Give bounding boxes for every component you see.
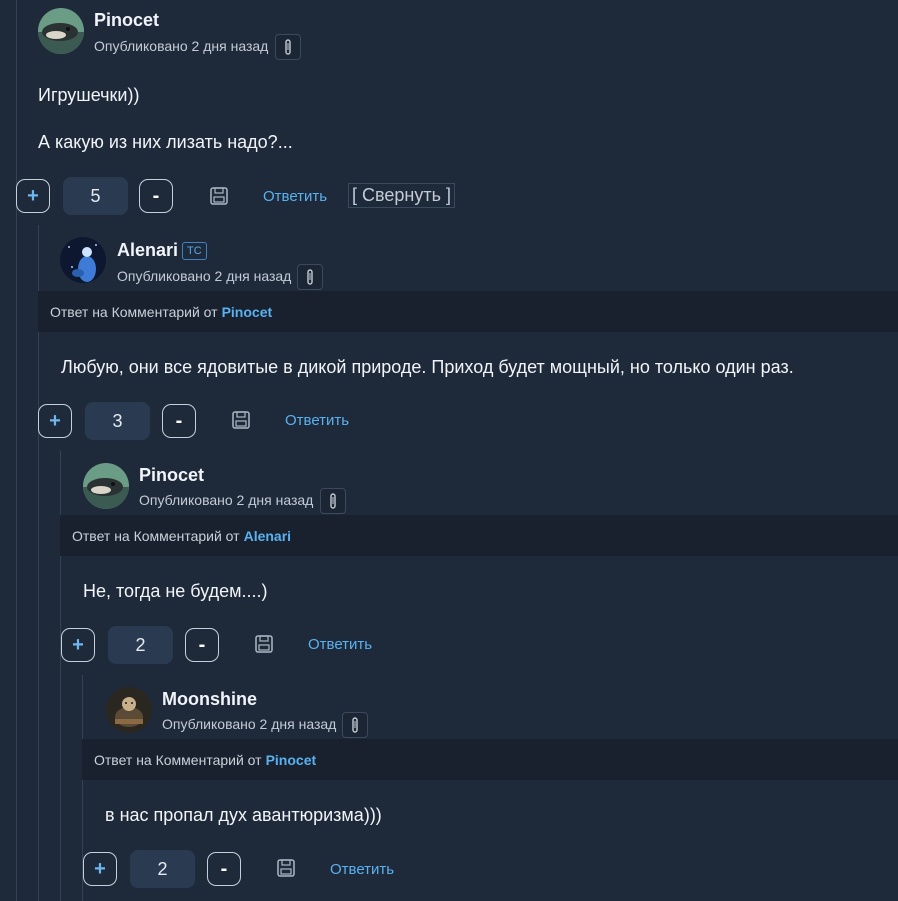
reply-button[interactable]: Ответить: [263, 188, 327, 205]
reply-to-bar: Ответ на Комментарий от Alenari: [60, 515, 898, 556]
reply-to-author[interactable]: Pinocet: [266, 752, 317, 768]
publish-date: Опубликовано 2 дня назад: [162, 716, 337, 732]
reply-to-label: Ответ на Комментарий от: [50, 303, 218, 320]
topic-starter-badge: ТС: [182, 242, 207, 260]
author-name[interactable]: Alenari: [117, 240, 178, 261]
avatar[interactable]: [83, 463, 129, 509]
reply-to-label: Ответ на Комментарий от: [72, 527, 240, 544]
upvote-button[interactable]: +: [83, 852, 117, 886]
reply-to-author[interactable]: Pinocet: [222, 304, 273, 320]
save-icon[interactable]: [209, 186, 229, 206]
author-name[interactable]: Pinocet: [139, 465, 204, 486]
comment-text: в нас пропал дух авантюризма))): [105, 805, 382, 825]
pin-button[interactable]: [297, 264, 323, 290]
reply-button[interactable]: Ответить: [308, 636, 372, 653]
pin-icon: [330, 493, 336, 509]
comments-thread: Pinocet Опубликовано 2 дня назад Игрушеч…: [0, 0, 898, 901]
upvote-button[interactable]: +: [38, 404, 72, 438]
comment-text: Любую, они все ядовитые в дикой природе.…: [61, 357, 794, 377]
downvote-button[interactable]: -: [139, 179, 173, 213]
publish-date: Опубликовано 2 дня назад: [117, 268, 292, 284]
publish-date: Опубликовано 2 дня назад: [94, 38, 269, 54]
author-name[interactable]: Pinocet: [94, 10, 159, 31]
pin-icon: [285, 39, 291, 55]
reply-to-label: Ответ на Комментарий от: [94, 751, 262, 768]
upvote-button[interactable]: +: [61, 628, 95, 662]
comment-text: Игрушечки)): [38, 85, 140, 105]
score: 2: [108, 626, 173, 664]
upvote-button[interactable]: +: [16, 179, 50, 213]
downvote-button[interactable]: -: [162, 404, 196, 438]
pin-icon: [307, 269, 313, 285]
score: 2: [130, 850, 195, 888]
downvote-button[interactable]: -: [207, 852, 241, 886]
score: 5: [63, 177, 128, 215]
pin-button[interactable]: [342, 712, 368, 738]
pin-icon: [352, 717, 358, 733]
pin-button[interactable]: [275, 34, 301, 60]
avatar[interactable]: [60, 237, 106, 283]
comment-text: Не, тогда не будем....): [83, 581, 268, 601]
reply-to-author[interactable]: Alenari: [244, 528, 291, 544]
reply-button[interactable]: Ответить: [285, 412, 349, 429]
reply-to-bar: Ответ на Комментарий от Pinocet: [38, 291, 898, 332]
publish-date: Опубликовано 2 дня назад: [139, 492, 314, 508]
avatar[interactable]: [38, 8, 84, 54]
author-name[interactable]: Moonshine: [162, 689, 257, 710]
comment-text: А какую из них лизать надо?...: [38, 132, 293, 152]
reply-button[interactable]: Ответить: [330, 861, 394, 878]
avatar[interactable]: [106, 687, 152, 733]
thread-line: [16, 0, 17, 901]
reply-to-bar: Ответ на Комментарий от Pinocet: [82, 739, 898, 780]
collapse-button[interactable]: [ Свернуть ]: [348, 183, 455, 208]
downvote-button[interactable]: -: [185, 628, 219, 662]
save-icon[interactable]: [276, 858, 296, 878]
pin-button[interactable]: [320, 488, 346, 514]
save-icon[interactable]: [231, 410, 251, 430]
score: 3: [85, 402, 150, 440]
save-icon[interactable]: [254, 634, 274, 654]
